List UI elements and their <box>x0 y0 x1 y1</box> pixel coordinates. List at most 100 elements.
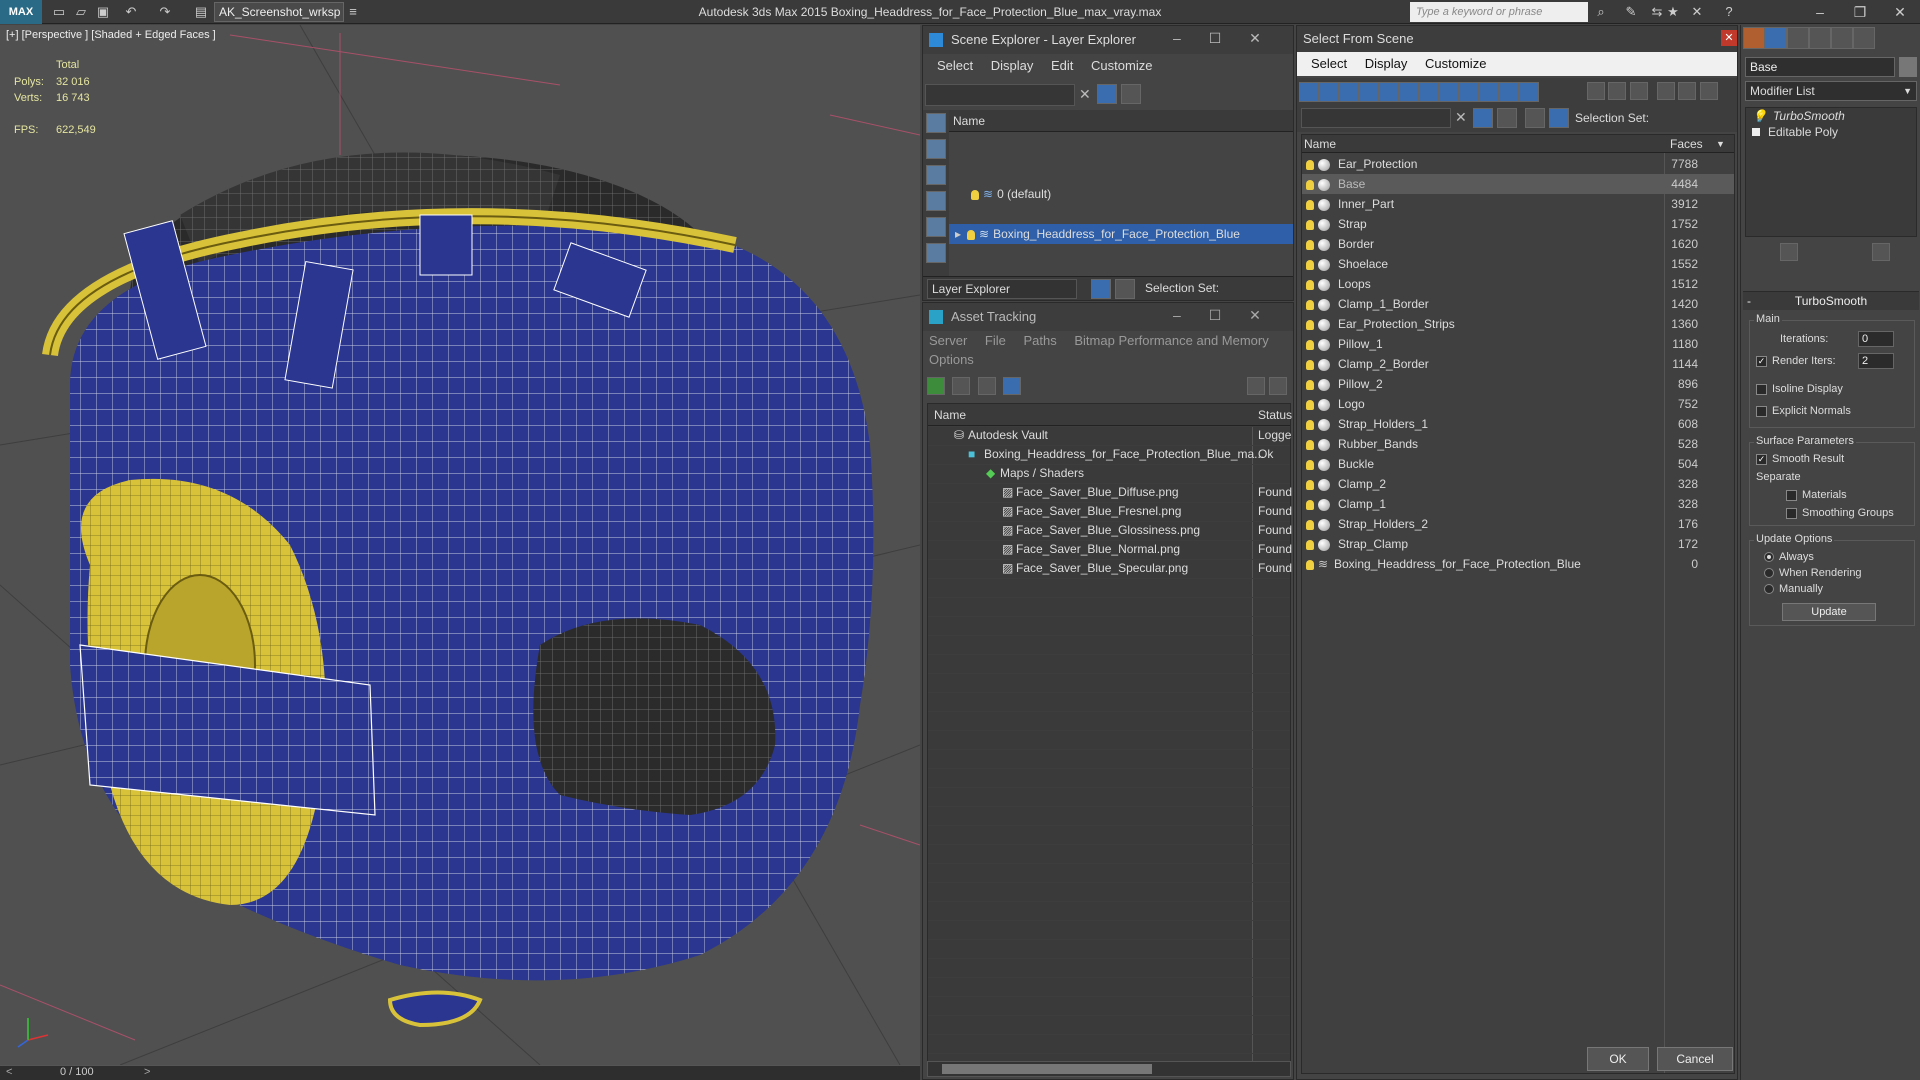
filter-icon[interactable] <box>1473 108 1493 128</box>
settings-icon[interactable] <box>1269 377 1287 395</box>
light-bulb-icon[interactable] <box>1306 299 1314 310</box>
expand-arrow-icon[interactable]: ▸ <box>955 227 961 241</box>
restore-icon[interactable]: ❐ <box>1840 0 1880 24</box>
list-view-icon[interactable] <box>952 377 971 395</box>
asset-col-name[interactable]: Name <box>934 404 966 426</box>
light-bulb-icon[interactable] <box>1306 319 1314 330</box>
favorites-icon[interactable]: ★ <box>1664 3 1682 21</box>
search-input[interactable]: Type a keyword or phrase <box>1410 2 1588 22</box>
update-button[interactable]: Update <box>1782 603 1876 621</box>
menu-paths[interactable]: Paths <box>1024 333 1057 348</box>
light-bulb-icon[interactable] <box>971 189 979 200</box>
asset-row[interactable]: ■ Boxing_Headdress_for_Face_Protection_Bl… <box>928 445 1290 464</box>
asset-row[interactable]: ▨ Face_Saver_Blue_Glossiness.png Found <box>928 521 1292 540</box>
motion-tab-icon[interactable] <box>1809 27 1831 49</box>
light-bulb-icon[interactable] <box>1306 419 1314 430</box>
collapse-icon[interactable]: - <box>1747 292 1751 310</box>
display-helpers-icon[interactable] <box>926 243 946 263</box>
configure-sets-icon[interactable] <box>1872 243 1891 261</box>
object-row[interactable]: Pillow_1 1180 <box>1302 334 1734 354</box>
menu-server[interactable]: Server <box>929 333 967 348</box>
menu-bitmap-performance[interactable]: Bitmap Performance and Memory <box>1074 333 1268 348</box>
tools-icon[interactable]: ✎ <box>1622 3 1640 21</box>
make-unique-icon[interactable] <box>1809 243 1828 261</box>
sort-icon[interactable] <box>1497 108 1517 128</box>
object-row[interactable]: Strap_Clamp 172 <box>1302 534 1734 554</box>
ok-button[interactable]: OK <box>1587 1047 1649 1071</box>
asset-horizontal-scrollbar[interactable] <box>927 1061 1291 1077</box>
stack-item[interactable]: Editable Poly <box>1746 124 1916 140</box>
light-bulb-icon[interactable] <box>1306 359 1314 370</box>
modifier-list-dropdown[interactable]: Modifier List ▼ <box>1745 81 1917 101</box>
display-geometry-icon[interactable] <box>926 139 946 159</box>
when-rendering-radio[interactable] <box>1764 568 1774 579</box>
layer-icon[interactable] <box>1525 108 1545 128</box>
object-row[interactable]: Rubber_Bands 528 <box>1302 434 1734 454</box>
minimize-icon[interactable]: – <box>1800 0 1840 24</box>
light-bulb-icon[interactable] <box>1306 479 1314 490</box>
display-cameras-icon[interactable] <box>1359 82 1379 102</box>
light-bulb-icon[interactable] <box>1306 179 1314 190</box>
object-row[interactable]: Loops 1512 <box>1302 274 1734 294</box>
asset-row[interactable]: ▨ Face_Saver_Blue_Fresnel.png Found <box>928 502 1292 521</box>
light-bulb-icon[interactable] <box>1306 439 1314 450</box>
display-xrefs-icon[interactable] <box>1439 82 1459 102</box>
object-row[interactable]: Clamp_2_Border 1144 <box>1302 354 1734 374</box>
light-bulb-icon[interactable] <box>1306 219 1314 230</box>
create-tab-icon[interactable] <box>1743 27 1765 49</box>
display-groups-icon[interactable] <box>1419 82 1439 102</box>
undo-icon[interactable]: ↶ <box>122 3 140 21</box>
light-bulb-icon[interactable] <box>1306 399 1314 410</box>
stack-item[interactable]: 💡 TurboSmooth <box>1746 108 1916 124</box>
smoothing-groups-checkbox[interactable] <box>1786 507 1797 519</box>
menu-customize[interactable]: Customize <box>1091 58 1152 73</box>
light-bulb-icon[interactable] <box>1306 259 1314 270</box>
binoculars-icon[interactable]: ⌕ <box>1592 3 1610 21</box>
remove-modifier-icon[interactable] <box>1839 243 1858 261</box>
object-row[interactable]: Clamp_2 328 <box>1302 474 1734 494</box>
light-bulb-icon[interactable] <box>1306 199 1314 210</box>
workspace-dropdown[interactable]: AK_Screenshot_wrksp <box>214 2 344 22</box>
object-row[interactable]: Buckle 504 <box>1302 454 1734 474</box>
select-invert-icon[interactable] <box>1629 82 1648 100</box>
display-geometry-icon[interactable] <box>1299 82 1319 102</box>
layer-tool-icon[interactable] <box>1121 84 1141 104</box>
collapse-icon[interactable] <box>1699 82 1718 100</box>
timeline-next-icon[interactable]: > <box>144 1066 150 1078</box>
table-view-icon[interactable] <box>1003 377 1022 395</box>
menu-display[interactable]: Display <box>1365 56 1408 71</box>
menu-file[interactable]: File <box>985 333 1006 348</box>
perspective-viewport[interactable]: [+] [Perspective ] [Shaded + Edged Faces… <box>0 25 920 1065</box>
app-logo[interactable]: MAX <box>0 0 42 24</box>
asset-row[interactable]: ▨ Face_Saver_Blue_Normal.png Found <box>928 540 1292 559</box>
display-shapes-icon[interactable] <box>1319 82 1339 102</box>
menu-select[interactable]: Select <box>1311 56 1347 71</box>
object-row[interactable]: ≋ Boxing_Headdress_for_Face_Protection_Bl… <box>1302 554 1734 574</box>
object-row[interactable]: Base 4484 <box>1302 174 1734 194</box>
close-icon[interactable]: ✕ <box>1249 30 1261 46</box>
show-end-result-icon[interactable] <box>1780 243 1799 261</box>
layer-manager-icon[interactable] <box>1091 279 1111 299</box>
display-lights-icon[interactable] <box>1339 82 1359 102</box>
cancel-button[interactable]: Cancel <box>1657 1047 1733 1071</box>
open-file-icon[interactable]: ▱ <box>72 3 90 21</box>
object-row[interactable]: Ear_Protection_Strips 1360 <box>1302 314 1734 334</box>
light-bulb-icon[interactable] <box>1306 279 1314 290</box>
workspace-menu-icon[interactable]: ≡ <box>344 3 362 21</box>
light-bulb-icon[interactable] <box>1306 499 1314 510</box>
filter-funnel-icon[interactable] <box>1657 82 1676 100</box>
asset-row[interactable]: ▨ Face_Saver_Blue_Specular.png Found <box>928 559 1292 578</box>
refresh-icon[interactable] <box>927 377 945 395</box>
render-iters-checkbox[interactable]: ✓ <box>1756 355 1767 367</box>
light-bulb-icon[interactable] <box>1306 159 1314 170</box>
timeline-prev-icon[interactable]: < <box>6 1066 12 1078</box>
object-row[interactable]: Strap_Holders_1 608 <box>1302 414 1734 434</box>
materials-checkbox[interactable] <box>1786 489 1797 501</box>
select-all-icon[interactable] <box>1587 82 1605 100</box>
asset-row[interactable]: ◆ Maps / Shaders <box>928 464 1290 483</box>
object-name-field[interactable]: Base <box>1745 57 1895 77</box>
smooth-result-checkbox[interactable]: ✓ <box>1756 453 1767 465</box>
sort-desc-icon[interactable]: ▼ <box>1716 135 1725 153</box>
light-bulb-icon[interactable] <box>967 229 976 240</box>
layer-row-selected[interactable]: ▸ ≋ Boxing_Headdress_for_Face_Protection_B… <box>949 224 1293 244</box>
